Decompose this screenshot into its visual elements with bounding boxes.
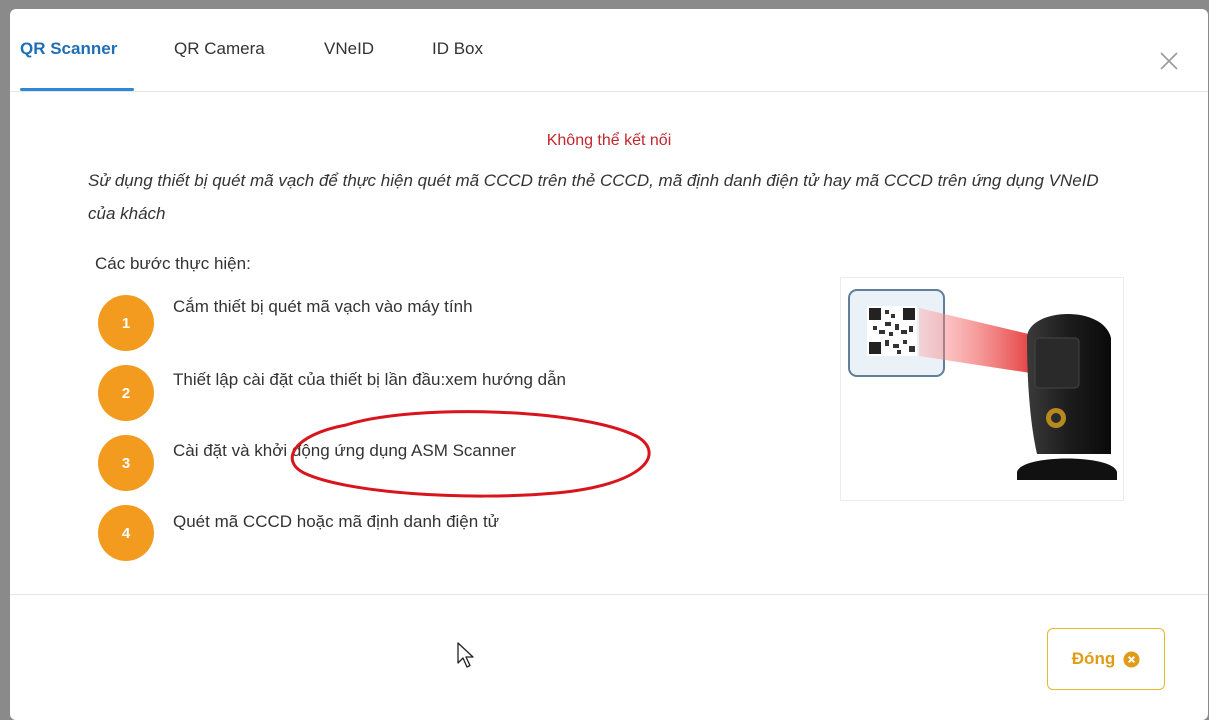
close-circle-icon: [1123, 650, 1140, 668]
setup-guide-link[interactable]: xem hướng dẫn: [445, 370, 566, 389]
step-text: Cài đặt và khởi động ứng dụng ASM Scanne…: [173, 441, 516, 460]
barcode-scanner-image: [848, 289, 1117, 480]
description-text: Sử dụng thiết bị quét mã vạch để thực hi…: [88, 171, 1099, 223]
tab-qr-scanner[interactable]: QR Scanner: [20, 39, 117, 59]
close-icon[interactable]: [1157, 49, 1181, 73]
step-text: Quét mã CCCD hoặc mã định danh điện tử: [173, 512, 500, 531]
step-number-badge: 1: [98, 295, 154, 351]
tab-id-box[interactable]: ID Box: [432, 39, 483, 59]
tab-bar: QR Scanner QR Camera VNeID ID Box: [10, 9, 1208, 92]
tab-qr-camera[interactable]: QR Camera: [174, 39, 265, 59]
step-number-badge: 4: [98, 505, 154, 561]
step-number-badge: 3: [98, 435, 154, 491]
step-text-label: Thiết lập cài đặt của thiết bị lần đầu:: [173, 370, 446, 389]
scanner-dialog: QR Scanner QR Camera VNeID ID Box Không …: [10, 9, 1208, 720]
steps-heading: Các bước thực hiện:: [95, 254, 251, 273]
step-number-badge: 2: [98, 365, 154, 421]
connection-status: Không thể kết nối: [546, 132, 672, 149]
active-tab-indicator: [20, 88, 134, 91]
mouse-pointer-icon: [457, 642, 474, 668]
close-button-label: Đóng: [1071, 649, 1116, 668]
footer-divider: [10, 594, 1208, 595]
scanner-illustration: [840, 277, 1124, 501]
tab-vneid[interactable]: VNeID: [324, 39, 374, 59]
step-text: Cắm thiết bị quét mã vạch vào máy tính: [173, 297, 473, 316]
step-text: Thiết lập cài đặt của thiết bị lần đầu:x…: [173, 370, 566, 390]
close-button[interactable]: Đóng: [1047, 628, 1165, 690]
